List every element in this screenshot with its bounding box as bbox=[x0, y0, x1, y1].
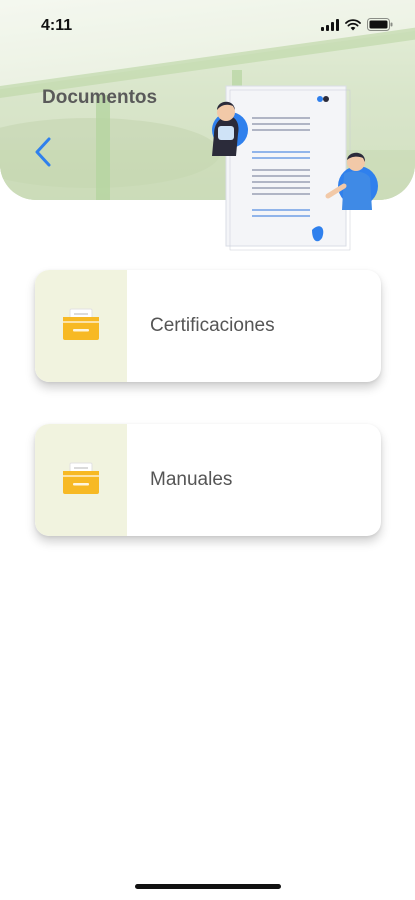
card-icon-tile bbox=[35, 424, 127, 536]
folder-documents-icon bbox=[61, 461, 101, 500]
document-card-manuales[interactable]: Manuales bbox=[35, 424, 381, 536]
document-card-certificaciones[interactable]: Certificaciones bbox=[35, 270, 381, 382]
status-time: 4:11 bbox=[41, 17, 73, 34]
page-title: Documentos bbox=[42, 87, 158, 108]
signal-icon bbox=[321, 18, 339, 36]
home-indicator[interactable] bbox=[135, 884, 281, 889]
folder-documents-icon bbox=[61, 307, 101, 346]
back-button[interactable] bbox=[28, 136, 58, 172]
documents-illustration bbox=[200, 82, 380, 254]
document-card-label: Certificaciones bbox=[150, 315, 275, 336]
document-card-label: Manuales bbox=[150, 469, 233, 490]
card-icon-tile bbox=[35, 270, 127, 382]
chevron-left-icon bbox=[33, 136, 53, 173]
battery-icon bbox=[367, 18, 393, 36]
status-bar: 4:11 bbox=[0, 0, 415, 50]
wifi-icon bbox=[345, 18, 361, 36]
